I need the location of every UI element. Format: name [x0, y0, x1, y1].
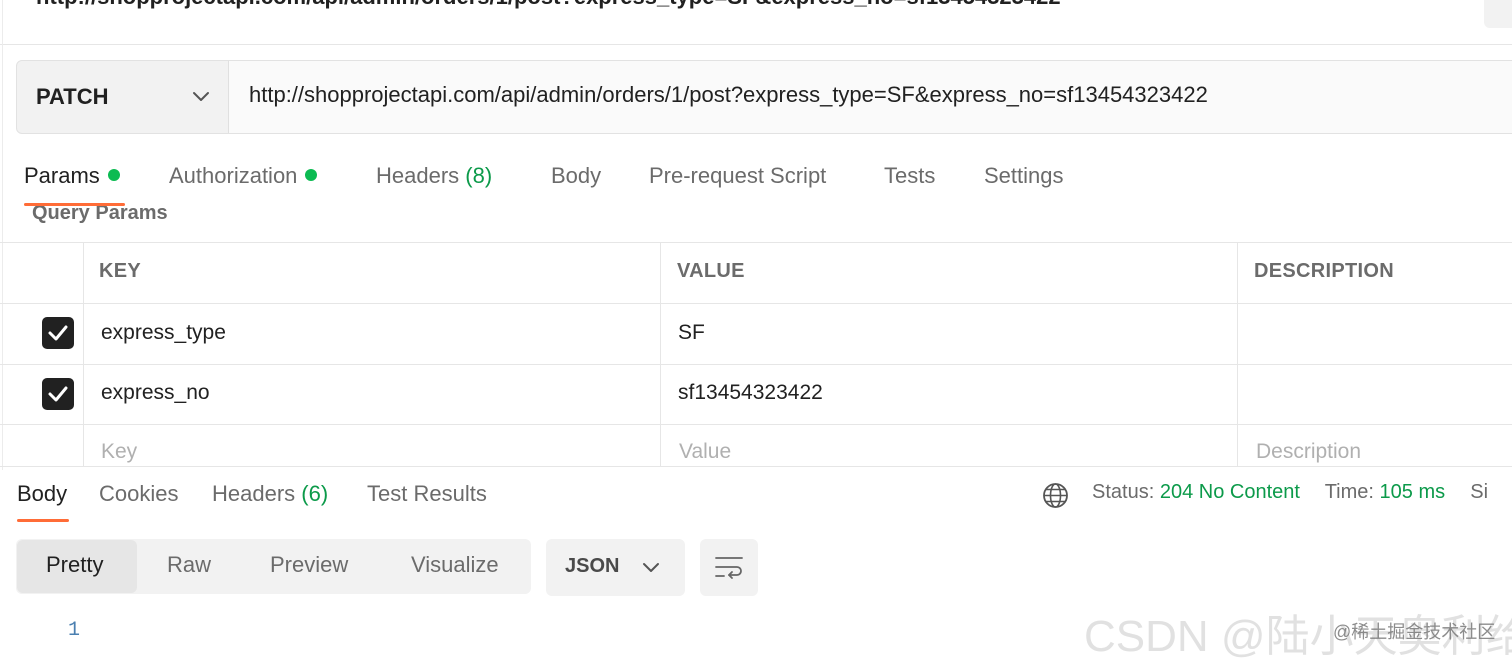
- tab-headers-count: (8): [465, 163, 493, 188]
- column-header-description: DESCRIPTION: [1254, 260, 1394, 282]
- tab-params-label: Params: [24, 163, 100, 188]
- column-header-value: VALUE: [677, 260, 745, 282]
- table-border: [0, 242, 1512, 243]
- time-value[interactable]: 105 ms: [1380, 481, 1446, 503]
- checkmark-icon: [48, 386, 68, 402]
- response-tab-body[interactable]: Body: [17, 481, 67, 507]
- divider: [2, 0, 3, 470]
- tab-prerequest-script[interactable]: Pre-request Script: [649, 163, 826, 189]
- response-tab-headers[interactable]: Headers (6): [212, 481, 328, 507]
- status-dot-icon: [305, 169, 318, 182]
- key-input[interactable]: Key: [101, 440, 137, 464]
- response-status-bar: Status: 204 No Content Time: 105 ms Si: [1092, 481, 1488, 504]
- wrap-lines-button[interactable]: [700, 539, 758, 596]
- active-tab-indicator: [17, 519, 69, 522]
- globe-icon[interactable]: [1042, 482, 1069, 509]
- row-checkbox[interactable]: [42, 317, 74, 349]
- table-border: [1237, 242, 1238, 466]
- table-border: [0, 424, 1512, 425]
- status-dot-icon: [107, 169, 120, 182]
- row-checkbox[interactable]: [42, 378, 74, 410]
- view-mode-pretty[interactable]: Pretty: [46, 552, 103, 578]
- response-tab-headers-count: (6): [301, 481, 329, 506]
- url-text[interactable]: http://shopprojectapi.com/api/admin/orde…: [249, 82, 1208, 108]
- param-value[interactable]: SF: [678, 321, 705, 345]
- time-label: Time:: [1324, 481, 1374, 503]
- table-border: [83, 242, 84, 466]
- wrap-lines-icon: [715, 557, 743, 579]
- size-label[interactable]: Si: [1470, 481, 1488, 503]
- column-header-key: KEY: [99, 260, 142, 282]
- divider: [0, 44, 1512, 45]
- checkmark-icon: [48, 325, 68, 341]
- table-border: [0, 364, 1512, 365]
- tab-body[interactable]: Body: [551, 163, 601, 189]
- divider: [0, 466, 1512, 467]
- request-title: http://shopprojectapi.com/api/admin/orde…: [36, 0, 1061, 10]
- value-input[interactable]: Value: [679, 440, 731, 464]
- view-mode-preview[interactable]: Preview: [270, 552, 348, 578]
- table-border: [660, 242, 661, 466]
- description-input[interactable]: Description: [1256, 440, 1361, 464]
- save-button[interactable]: [1484, 0, 1512, 28]
- response-tab-headers-label: Headers: [212, 481, 296, 506]
- chevron-down-icon[interactable]: [640, 556, 662, 578]
- active-tab-indicator: [24, 203, 125, 206]
- view-mode-visualize[interactable]: Visualize: [411, 552, 499, 578]
- response-tab-cookies[interactable]: Cookies: [99, 481, 178, 507]
- chevron-down-icon[interactable]: [190, 84, 212, 110]
- method-label[interactable]: PATCH: [36, 84, 109, 110]
- divider: [228, 61, 229, 133]
- table-border: [0, 303, 1512, 304]
- view-mode-raw[interactable]: Raw: [167, 552, 211, 578]
- param-value[interactable]: sf13454323422: [678, 381, 823, 405]
- watermark-sub: @稀土掘金技术社区: [1333, 622, 1496, 642]
- format-label[interactable]: JSON: [565, 555, 619, 578]
- line-number: 1: [68, 619, 81, 642]
- tab-settings[interactable]: Settings: [984, 163, 1064, 189]
- tab-params[interactable]: Params: [24, 163, 120, 189]
- param-key[interactable]: express_type: [101, 321, 226, 345]
- response-tab-test-results[interactable]: Test Results: [367, 481, 487, 507]
- tab-headers[interactable]: Headers (8): [376, 163, 492, 189]
- tab-authorization[interactable]: Authorization: [169, 163, 318, 189]
- tab-headers-label: Headers: [376, 163, 460, 188]
- status-label: Status:: [1092, 481, 1155, 503]
- param-key[interactable]: express_no: [101, 381, 210, 405]
- status-value[interactable]: 204 No Content: [1160, 481, 1300, 503]
- tab-authorization-label: Authorization: [169, 163, 298, 188]
- tab-tests[interactable]: Tests: [884, 163, 935, 189]
